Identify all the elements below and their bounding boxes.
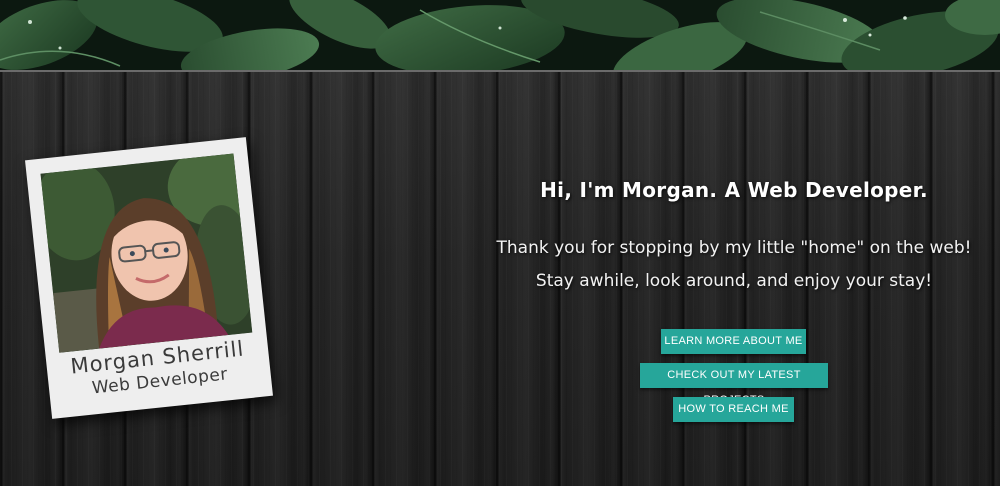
projects-button[interactable]: CHECK OUT MY LATEST PROJECTS [640,363,828,406]
hero-intro: Thank you for stopping by my little "hom… [470,232,998,298]
leaves-image [0,0,1000,71]
hero-heading: Hi, I'm Morgan. A Web Developer. [540,178,928,202]
header-banner [0,0,1000,71]
learn-more-button[interactable]: LEARN MORE ABOUT ME [661,329,806,354]
hero-section: Hi, I'm Morgan. A Web Developer. Thank y… [470,178,998,298]
hero-intro-line-2: Stay awhile, look around, and enjoy your… [535,271,933,291]
contact-button[interactable]: HOW TO REACH ME [673,397,794,422]
profile-photo [40,153,253,353]
portrait-illustration [40,153,253,353]
hero-intro-line-1: Thank you for stopping by my little "hom… [496,238,972,258]
profile-polaroid: Morgan Sherrill Web Developer [25,137,273,419]
